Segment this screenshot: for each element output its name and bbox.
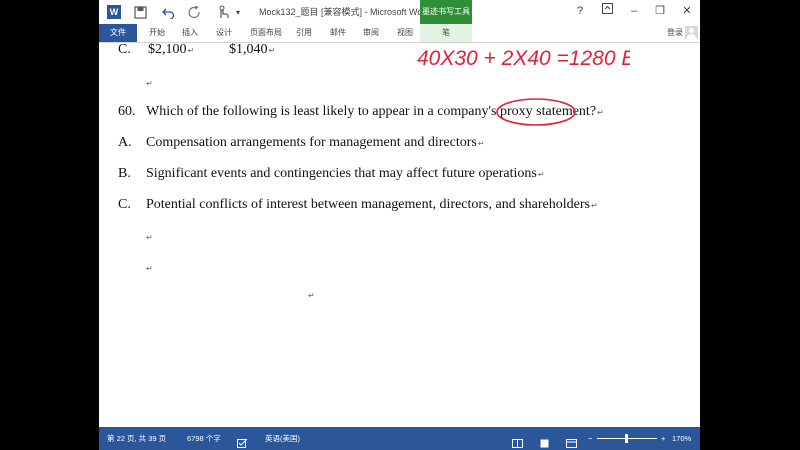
zoom-in-button[interactable]: +: [661, 427, 665, 450]
word-count[interactable]: 6798 个字: [187, 427, 221, 450]
tab-page-layout[interactable]: 页面布局: [250, 24, 282, 42]
word-app-icon[interactable]: W: [107, 5, 121, 19]
close-button[interactable]: ✕: [679, 3, 695, 19]
prev-option-letter: C.: [118, 42, 131, 57]
read-mode-icon[interactable]: [512, 434, 523, 448]
option-c-letter: C.: [118, 197, 131, 212]
status-bar: 第 22 页, 共 39 页 6798 个字 英语(美国) − + 170%: [99, 427, 700, 450]
avatar[interactable]: [685, 26, 698, 39]
ribbon-tab-bar: 文件 开始 插入 设计 页面布局 引用 邮件 审阅 视图 笔 登录: [99, 24, 700, 43]
paragraph-mark: ↵: [187, 46, 195, 55]
title-bar: W ▾ Mock132_题目 [兼容模式] - Microsoft Word 墨…: [99, 0, 700, 24]
customize-toolbar-icon[interactable]: ▾: [233, 4, 243, 20]
tab-pens[interactable]: 笔: [420, 24, 472, 42]
page-count[interactable]: 第 22 页, 共 39 页: [107, 427, 166, 450]
paragraph-mark: ↵: [590, 201, 598, 210]
web-layout-icon[interactable]: [566, 434, 577, 448]
print-layout-icon[interactable]: [539, 434, 550, 448]
minimize-button[interactable]: –: [626, 3, 642, 19]
redo-icon[interactable]: [187, 4, 201, 20]
tab-home[interactable]: 开始: [149, 24, 165, 42]
word-window: W ▾ Mock132_题目 [兼容模式] - Microsoft Word 墨…: [99, 0, 700, 450]
tab-mailings[interactable]: 邮件: [330, 24, 346, 42]
ink-annotation[interactable]: 40X30 + 2X40 =1280 EI: [415, 43, 630, 73]
tab-file[interactable]: 文件: [99, 24, 137, 42]
option-c-text: Potential conflicts of interest between …: [146, 197, 598, 213]
option-c-text-body: Potential conflicts of interest between …: [146, 197, 590, 212]
sign-in-link[interactable]: 登录: [667, 27, 683, 38]
zoom-out-button[interactable]: −: [588, 427, 592, 450]
save-icon[interactable]: [133, 4, 147, 20]
ribbon-display-options-icon[interactable]: [599, 3, 615, 19]
help-button[interactable]: ?: [572, 3, 588, 19]
paragraph-mark: ↵: [268, 46, 276, 55]
ink-tools-context-header: 墨迹书写工具: [420, 0, 472, 24]
undo-icon[interactable]: [161, 4, 175, 20]
ink-circle-annotation: [496, 98, 576, 126]
touch-mode-icon[interactable]: [213, 4, 233, 20]
tab-references[interactable]: 引用: [296, 24, 312, 42]
tab-insert[interactable]: 插入: [182, 24, 198, 42]
empty-paragraph-mark: ↵: [308, 291, 315, 300]
option-b-letter: B.: [118, 166, 131, 181]
prev-option-value-2: $1,040↵: [229, 42, 275, 58]
option-a-text: Compensation arrangements for management…: [146, 135, 485, 151]
paragraph-mark: ↵: [537, 170, 545, 179]
prev-option-value-1: $2,100↵: [148, 42, 194, 58]
prev-option-value-2-text: $1,040: [229, 42, 268, 57]
tab-design[interactable]: 设计: [216, 24, 232, 42]
proofing-icon[interactable]: [237, 434, 248, 448]
empty-paragraph-mark: ↵: [146, 79, 153, 88]
zoom-level[interactable]: 170%: [672, 427, 691, 450]
language-indicator[interactable]: 英语(美国): [265, 427, 300, 450]
empty-paragraph-mark: ↵: [146, 233, 153, 242]
prev-option-value-1-text: $2,100: [148, 42, 187, 57]
option-a-letter: A.: [118, 135, 132, 150]
option-b-text: Significant events and contingencies tha…: [146, 166, 545, 182]
question-number: 60.: [118, 104, 136, 119]
paragraph-mark: ↵: [477, 139, 485, 148]
option-b-text-body: Significant events and contingencies tha…: [146, 166, 537, 181]
tab-view[interactable]: 视图: [397, 24, 413, 42]
document-title: Mock132_题目 [兼容模式] - Microsoft Word: [259, 7, 431, 17]
question-text-before: Which of the following is least likely t…: [146, 104, 500, 119]
zoom-slider-thumb[interactable]: [624, 434, 628, 443]
restore-button[interactable]: ❐: [652, 3, 668, 19]
ink-tools-label: 墨迹书写工具: [422, 7, 470, 16]
circled-term: proxy statement: [496, 98, 590, 126]
ink-annotation-text: 40X30 + 2X40 =1280 EI: [417, 47, 630, 70]
tab-review[interactable]: 审阅: [363, 24, 379, 42]
document-page[interactable]: C. $2,100↵ $1,040↵ ↵ 40X30 + 2X40 =1280 …: [99, 42, 700, 427]
question-text: Which of the following is least likely t…: [146, 98, 604, 126]
option-a-text-body: Compensation arrangements for management…: [146, 135, 477, 150]
empty-paragraph-mark: ↵: [146, 264, 153, 273]
